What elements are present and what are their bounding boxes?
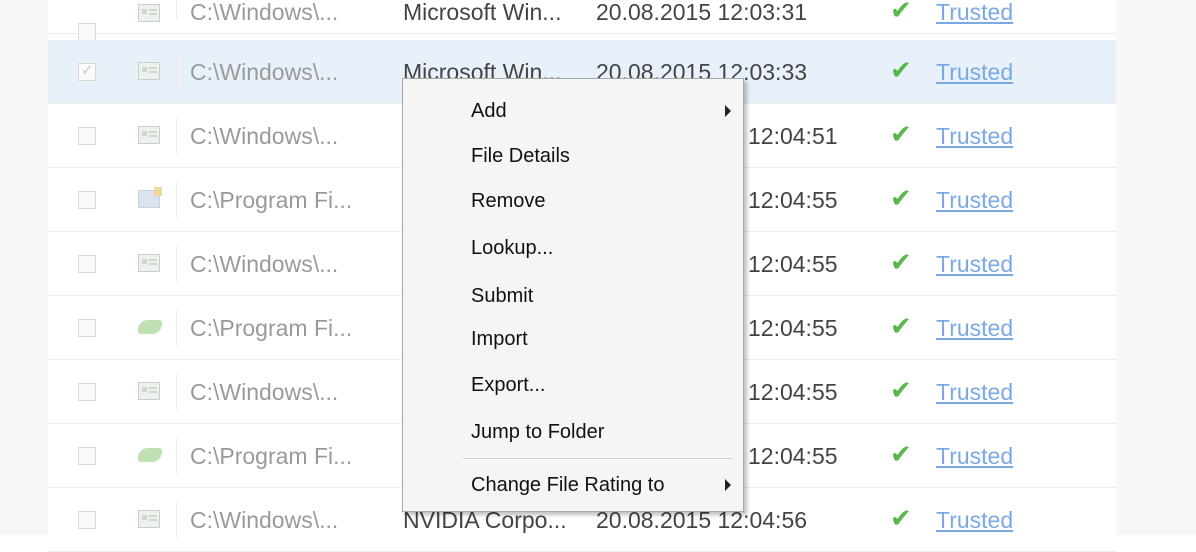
file-path: C:\Windows\... — [190, 123, 339, 149]
file-path: C:\Windows\... — [190, 507, 339, 533]
row-checkbox[interactable] — [78, 319, 96, 337]
table-row[interactable]: C:\Windows\... Microsoft Win... 20.08.20… — [48, 0, 1116, 41]
row-checkbox[interactable] — [78, 191, 96, 209]
trusted-link[interactable]: Trusted — [936, 378, 1013, 406]
trusted-check-icon: ✔ — [890, 0, 912, 26]
date-time: 12:04:55 — [748, 379, 838, 405]
file-path: C:\Windows\... — [190, 0, 339, 25]
trusted-link[interactable]: Trusted — [936, 0, 1013, 26]
file-path: C:\Windows\... — [190, 379, 339, 405]
window-icon — [138, 254, 160, 272]
menu-item-jump-to-folder[interactable]: Jump to Folder — [471, 420, 604, 444]
date-time: 12:04:55 — [748, 315, 838, 341]
column-divider — [176, 310, 177, 346]
menu-item-add[interactable]: Add — [471, 99, 507, 123]
window-icon — [138, 4, 160, 22]
file-path: C:\Program Fi... — [190, 315, 353, 341]
row-checkbox[interactable] — [78, 61, 96, 81]
installer-icon — [138, 187, 162, 208]
menu-item-remove[interactable]: Remove — [471, 189, 545, 213]
file-path: C:\Windows\... — [190, 59, 339, 85]
row-checkbox[interactable] — [78, 511, 96, 529]
trusted-link[interactable]: Trusted — [936, 122, 1013, 150]
nvidia-icon — [138, 448, 162, 462]
trusted-link[interactable]: Trusted — [936, 506, 1013, 534]
trusted-link[interactable]: Trusted — [936, 442, 1013, 470]
trusted-check-icon: ✔ — [890, 248, 912, 278]
date-time: 12:04:51 — [748, 123, 838, 149]
submenu-arrow-icon — [725, 479, 731, 491]
trusted-link[interactable]: Trusted — [936, 58, 1013, 86]
menu-item-export[interactable]: Export... — [471, 373, 545, 397]
right-margin — [1116, 0, 1196, 535]
window-icon — [138, 62, 160, 80]
window-icon — [138, 382, 160, 400]
nvidia-icon — [138, 320, 162, 334]
date-time: 20.08.2015 12:03:31 — [596, 0, 808, 25]
row-checkbox[interactable] — [78, 127, 96, 145]
menu-item-change-file-rating[interactable]: Change File Rating to — [471, 473, 664, 497]
menu-item-import[interactable]: Import — [471, 327, 528, 351]
window-icon — [138, 510, 160, 528]
column-divider — [176, 502, 177, 538]
row-checkbox[interactable] — [78, 23, 96, 41]
row-checkbox[interactable] — [78, 255, 96, 273]
row-checkbox[interactable] — [78, 447, 96, 465]
trusted-check-icon: ✔ — [890, 56, 912, 86]
trusted-link[interactable]: Trusted — [936, 250, 1013, 278]
file-path: C:\Program Fi... — [190, 443, 353, 469]
column-divider — [176, 438, 177, 474]
column-divider — [176, 246, 177, 282]
column-divider — [176, 182, 177, 218]
trusted-check-icon: ✔ — [890, 440, 912, 470]
trusted-link[interactable]: Trusted — [936, 186, 1013, 214]
menu-item-submit[interactable]: Submit — [471, 284, 533, 308]
file-path: C:\Program Fi... — [190, 187, 353, 213]
vendor-name: Microsoft Win... — [403, 0, 562, 25]
context-menu: Add File Details Remove Lookup... Submit… — [402, 78, 744, 512]
file-path: C:\Windows\... — [190, 251, 339, 277]
date-time: 12:04:55 — [748, 187, 838, 213]
column-divider — [176, 54, 177, 90]
trusted-check-icon: ✔ — [890, 376, 912, 406]
menu-item-lookup[interactable]: Lookup... — [471, 236, 553, 260]
menu-separator — [463, 458, 733, 460]
row-checkbox[interactable] — [78, 383, 96, 401]
window-icon — [138, 126, 160, 144]
submenu-arrow-icon — [725, 105, 731, 117]
left-margin — [0, 0, 48, 535]
menu-item-file-details[interactable]: File Details — [471, 144, 570, 168]
column-divider — [176, 0, 177, 20]
trusted-check-icon: ✔ — [890, 312, 912, 342]
trusted-check-icon: ✔ — [890, 120, 912, 150]
trusted-check-icon: ✔ — [890, 184, 912, 214]
date-time: 12:04:55 — [748, 443, 838, 469]
trusted-link[interactable]: Trusted — [936, 314, 1013, 342]
column-divider — [176, 374, 177, 410]
column-divider — [176, 118, 177, 154]
trusted-check-icon: ✔ — [890, 504, 912, 534]
date-time: 12:04:55 — [748, 251, 838, 277]
